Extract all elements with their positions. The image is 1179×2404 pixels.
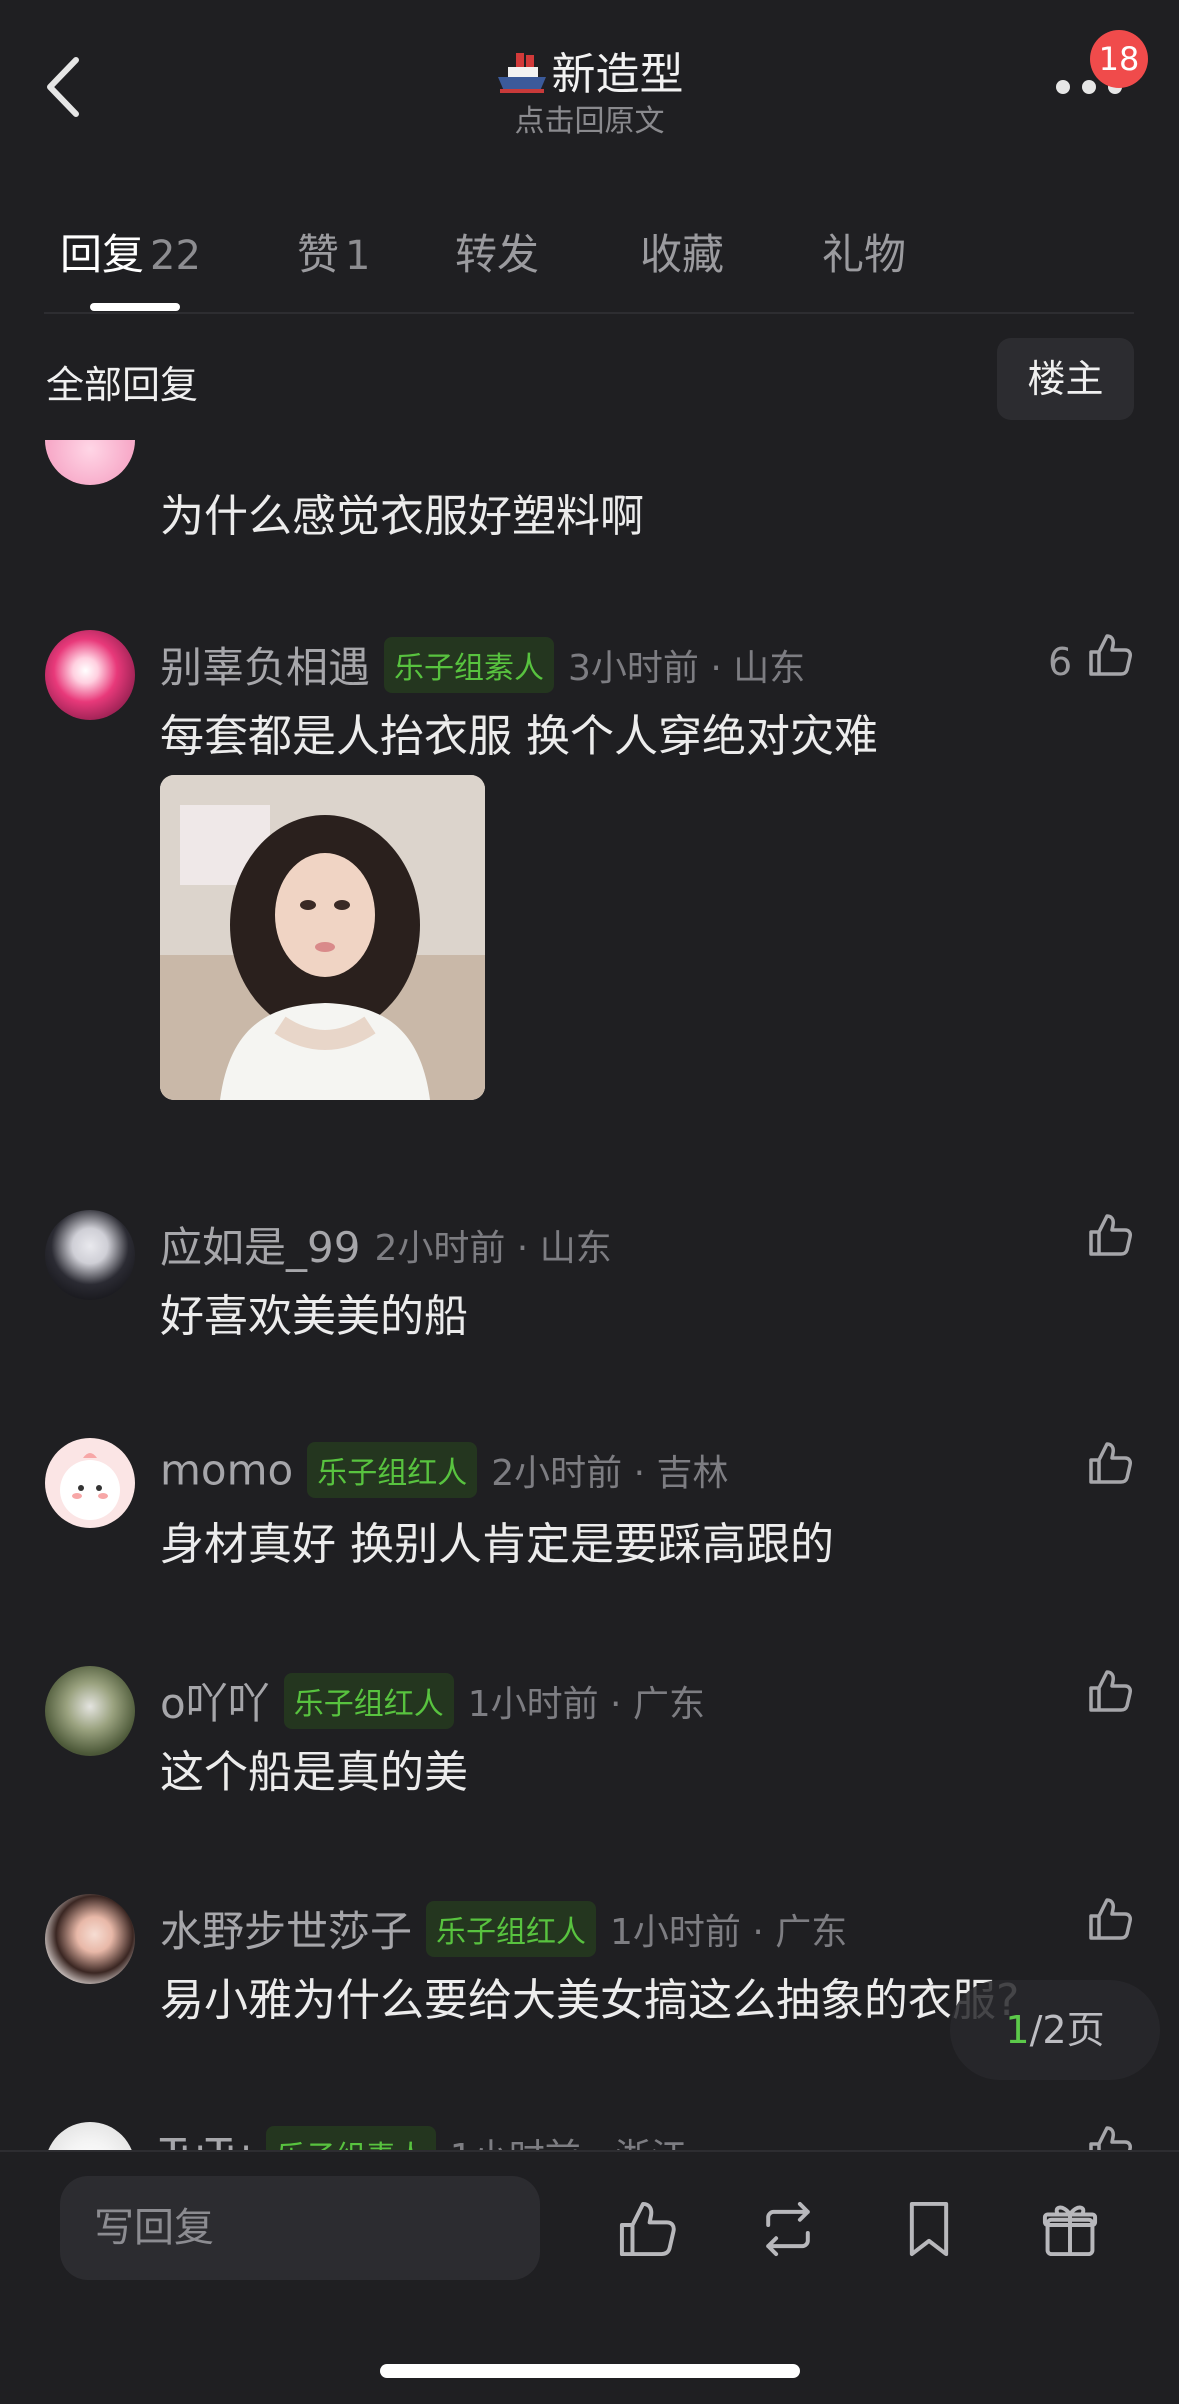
- user-tag: 乐子组红人: [426, 1900, 597, 1957]
- timestamp-location: 2小时前 · 吉林: [491, 1453, 729, 1494]
- tab-label: 赞: [297, 230, 340, 279]
- timestamp-location: 3小时前 · 山东: [568, 647, 806, 689]
- comment-text: 为什么感觉衣服好塑料啊: [160, 491, 644, 542]
- user-tag: 乐子组红人: [283, 1672, 454, 1729]
- comment-text: 身材真好 换别人肯定是要踩高跟的: [160, 1519, 834, 1570]
- reply-input[interactable]: 写回复: [60, 2176, 540, 2280]
- page-indicator[interactable]: 1/2页: [950, 1980, 1160, 2080]
- divider: [44, 312, 1134, 314]
- comment-meta: TuTu 乐子组素人 1小时前 · 浙江: [160, 2126, 687, 2150]
- back-to-original-link[interactable]: 点击回原文: [0, 96, 1179, 140]
- username[interactable]: 水野步世莎子: [160, 1907, 412, 1956]
- avatar[interactable]: [45, 1438, 135, 1528]
- owner-only-button[interactable]: 楼主: [997, 338, 1134, 420]
- avatar[interactable]: [45, 630, 135, 720]
- notification-badge: 18: [1090, 30, 1148, 88]
- comment-text: 这个船是真的美: [160, 1747, 468, 1798]
- gift-icon[interactable]: [1037, 2196, 1103, 2262]
- tab-label: 礼物: [822, 230, 907, 279]
- tab-gifts[interactable]: 礼物: [822, 221, 906, 282]
- username[interactable]: TuTu: [160, 2130, 252, 2151]
- all-replies-filter[interactable]: 全部回复: [46, 354, 198, 409]
- home-indicator[interactable]: [380, 2364, 800, 2378]
- post-title-text: 新造型: [551, 49, 684, 100]
- comment-text: 好喜欢美美的船: [160, 1291, 468, 1342]
- tab-count: 22: [150, 233, 201, 279]
- avatar[interactable]: [45, 1210, 135, 1300]
- bookmark-icon[interactable]: [896, 2196, 962, 2262]
- timestamp-location: 2小时前 · 山东: [374, 1227, 612, 1269]
- username[interactable]: 别辜负相遇: [160, 643, 370, 692]
- avatar[interactable]: [45, 1894, 135, 1984]
- thumbs-up-icon[interactable]: [1085, 630, 1135, 680]
- ship-emoji-icon: [496, 51, 548, 95]
- repost-icon[interactable]: [755, 2196, 821, 2262]
- thumbs-up-icon[interactable]: [1085, 1210, 1135, 1260]
- user-tag: 乐子组红人: [307, 1442, 478, 1498]
- thumbs-up-icon[interactable]: [1085, 2122, 1135, 2150]
- comment-meta: momo 乐子组红人 2小时前 · 吉林: [160, 1442, 728, 1498]
- like-count: 6: [1048, 640, 1073, 684]
- tab-likes[interactable]: 赞1: [297, 221, 370, 282]
- timestamp-location: 1小时前 · 广东: [610, 1911, 848, 1953]
- bottom-action-bar: 写回复: [0, 2150, 1179, 2404]
- thumbs-up-icon[interactable]: [1085, 1894, 1135, 1944]
- tab-bar: 回复 22 赞1 转发 收藏 礼物: [0, 215, 1179, 315]
- username[interactable]: momo: [160, 1446, 293, 1495]
- current-page: 1: [1005, 2008, 1030, 2052]
- username[interactable]: o吖吖: [160, 1679, 270, 1728]
- thumbs-up-icon[interactable]: [1085, 1438, 1135, 1488]
- username[interactable]: 应如是_99: [160, 1223, 360, 1272]
- tab-label: 回复: [60, 230, 145, 279]
- tab-label: 转发: [455, 230, 540, 279]
- timestamp-location: 1小时前 · 广东: [467, 1683, 705, 1725]
- post-title[interactable]: 新造型: [0, 38, 1179, 102]
- comment-meta: o吖吖 乐子组红人 1小时前 · 广东: [160, 1670, 705, 1729]
- tab-label: 收藏: [640, 230, 725, 279]
- tab-count: 1: [345, 233, 371, 279]
- comment-list[interactable]: 为什么感觉衣服好塑料啊 别辜负相遇 乐子组素人 3小时前 · 山东 6 每套都是人抬…: [0, 440, 1179, 2150]
- comment-text: 每套都是人抬衣服 换个人穿绝对灾难: [160, 711, 878, 762]
- avatar[interactable]: [45, 1666, 135, 1756]
- tab-favorites[interactable]: 收藏: [640, 221, 724, 282]
- total-pages: /2页: [1029, 2008, 1105, 2052]
- comment-meta: 别辜负相遇 乐子组素人 3小时前 · 山东: [160, 634, 806, 693]
- tab-replies[interactable]: 回复 22: [60, 221, 201, 282]
- thumbs-up-icon[interactable]: [614, 2196, 680, 2262]
- comment-image[interactable]: [160, 775, 485, 1100]
- timestamp-location: 1小时前 · 浙江: [450, 2137, 687, 2150]
- thumbs-up-icon[interactable]: [1085, 1666, 1135, 1716]
- user-tag: 乐子组素人: [384, 636, 555, 693]
- comment-meta: 水野步世莎子 乐子组红人 1小时前 · 广东: [160, 1898, 848, 1957]
- comment-meta: 应如是_99 2小时前 · 山东: [160, 1214, 612, 1272]
- tab-reposts[interactable]: 转发: [455, 221, 539, 282]
- top-bar: 新造型 点击回原文 18: [0, 0, 1179, 200]
- active-tab-indicator: [90, 303, 180, 311]
- user-tag: 乐子组素人: [265, 2126, 436, 2150]
- avatar[interactable]: [45, 2122, 135, 2150]
- avatar[interactable]: [45, 440, 135, 485]
